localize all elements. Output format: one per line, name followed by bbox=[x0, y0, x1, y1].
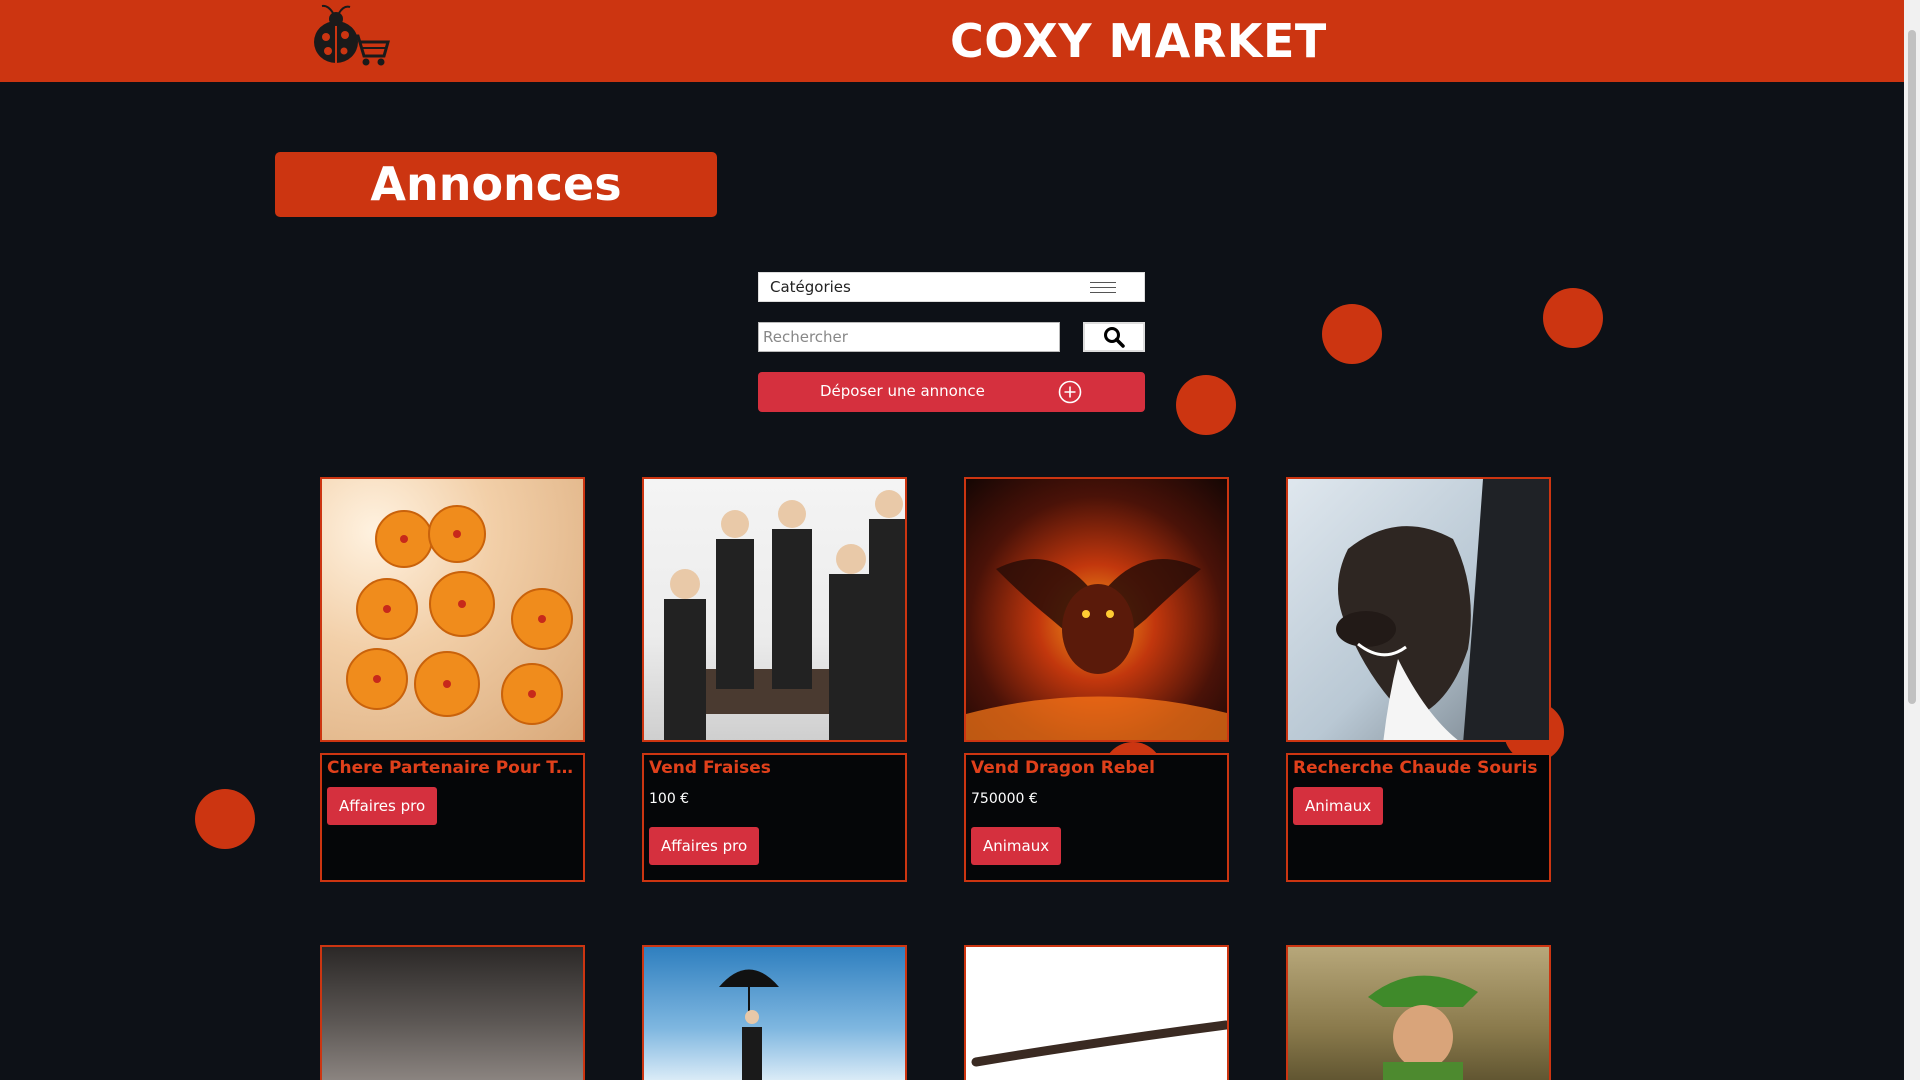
decorative-dot bbox=[1543, 288, 1603, 348]
decorative-dot bbox=[1322, 304, 1382, 364]
listing-info: Recherche Chaude Souris Animaux bbox=[1286, 753, 1551, 882]
listing-category-badge[interactable]: Animaux bbox=[971, 827, 1062, 865]
decorative-dot bbox=[195, 789, 255, 849]
listing-image[interactable] bbox=[320, 945, 585, 1080]
listing-price: 750000 € bbox=[971, 791, 1038, 807]
category-select-label: Catégories bbox=[770, 278, 851, 296]
listing-info: Chere Partenaire Pour Tro... Affaires pr… bbox=[320, 753, 585, 882]
listing-title[interactable]: Chere Partenaire Pour Tro... bbox=[327, 758, 579, 778]
page-title: Annonces bbox=[275, 152, 717, 217]
top-bar: COXY MARKET bbox=[0, 0, 1904, 82]
plus-circle-icon bbox=[1058, 380, 1082, 404]
scrollbar-thumb[interactable] bbox=[1908, 30, 1916, 704]
decorative-dot bbox=[1176, 375, 1236, 435]
listing-info: Vend Fraises 100 € Affaires pro bbox=[642, 753, 907, 882]
brand-title: COXY MARKET bbox=[950, 14, 1327, 68]
search-button[interactable] bbox=[1083, 322, 1145, 352]
category-select[interactable]: Catégories bbox=[758, 272, 1145, 302]
listing-title[interactable]: Vend Dragon Rebel bbox=[971, 758, 1223, 778]
listing-category-badge[interactable]: Affaires pro bbox=[649, 827, 760, 865]
search-input[interactable] bbox=[758, 322, 1060, 352]
listing-image[interactable] bbox=[642, 477, 907, 742]
listing-image[interactable] bbox=[1286, 477, 1551, 742]
listing-category-badge[interactable]: Affaires pro bbox=[327, 787, 438, 825]
post-ad-button-label: Déposer une annonce bbox=[820, 382, 985, 400]
listing-image[interactable] bbox=[320, 477, 585, 742]
hamburger-menu-icon bbox=[1090, 282, 1116, 295]
listing-image[interactable] bbox=[964, 477, 1229, 742]
listing-price: 100 € bbox=[649, 791, 690, 807]
listing-image[interactable] bbox=[642, 945, 907, 1080]
search-icon bbox=[1104, 327, 1125, 348]
listing-title[interactable]: Recherche Chaude Souris bbox=[1293, 758, 1545, 778]
listing-title[interactable]: Vend Fraises bbox=[649, 758, 901, 778]
ladybug-cart-logo-icon[interactable] bbox=[308, 2, 390, 68]
listing-info: Vend Dragon Rebel 750000 € Animaux bbox=[964, 753, 1229, 882]
listing-image[interactable] bbox=[1286, 945, 1551, 1080]
post-ad-button[interactable]: Déposer une annonce bbox=[758, 372, 1145, 412]
listing-category-badge[interactable]: Animaux bbox=[1293, 787, 1384, 825]
vertical-scrollbar[interactable] bbox=[1904, 0, 1920, 1080]
listing-image[interactable] bbox=[964, 945, 1229, 1080]
